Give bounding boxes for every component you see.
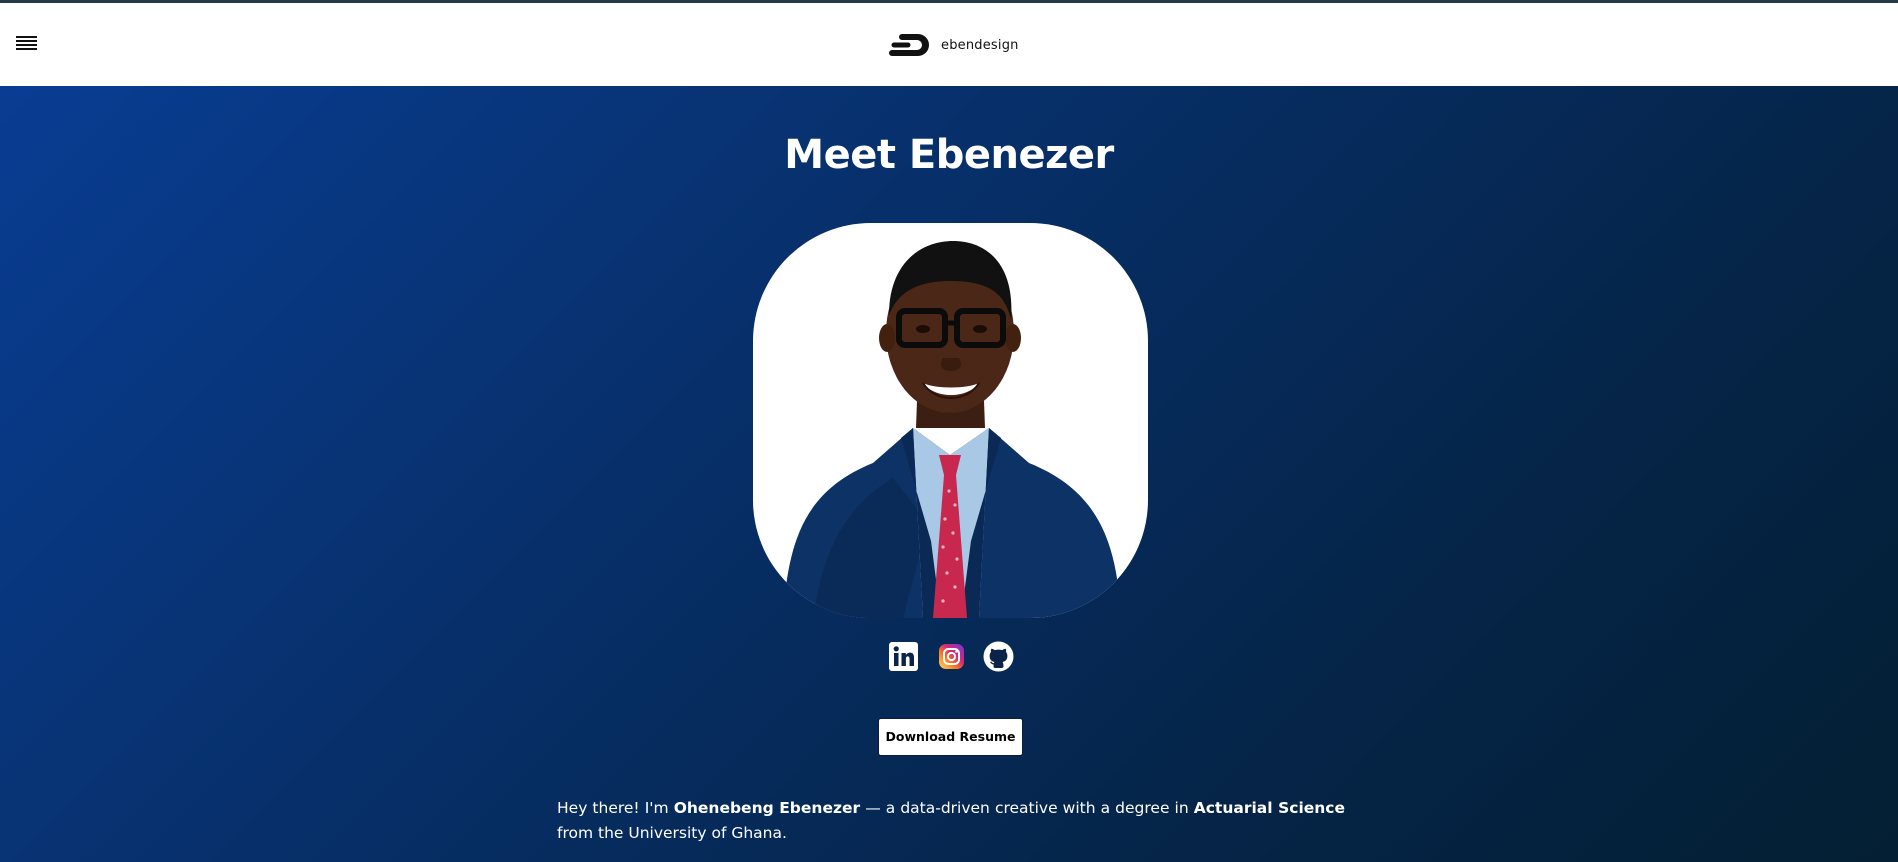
intro-paragraph: Hey there! I'm Ohenebeng Ebenezer — a da… <box>557 796 1345 846</box>
intro-name: Ohenebeng Ebenezer <box>673 799 861 817</box>
intro-text-3: from the University of Ghana. <box>557 824 787 842</box>
intro-degree: Actuarial Science <box>1193 799 1346 817</box>
site-header: ebendesign <box>0 3 1898 86</box>
site-logo[interactable]: ebendesign <box>888 33 1019 57</box>
github-icon[interactable] <box>983 641 1014 672</box>
logo-text: ebendesign <box>941 37 1019 53</box>
hero-section: Meet Ebenezer Download Resume Hey there!… <box>0 86 1898 862</box>
intro-text-1: Hey there! I'm <box>557 799 674 817</box>
download-resume-button[interactable]: Download Resume <box>878 718 1023 756</box>
linkedin-icon[interactable] <box>888 641 919 672</box>
intro-text-2: — a data-driven creative with a degree i… <box>860 799 1194 817</box>
profile-portrait <box>753 223 1148 618</box>
page-title: Meet Ebenezer <box>784 132 1114 178</box>
instagram-icon[interactable] <box>936 641 967 672</box>
logo-mark-icon <box>889 34 929 56</box>
hamburger-menu-icon[interactable] <box>16 36 37 53</box>
social-links <box>888 641 1014 673</box>
